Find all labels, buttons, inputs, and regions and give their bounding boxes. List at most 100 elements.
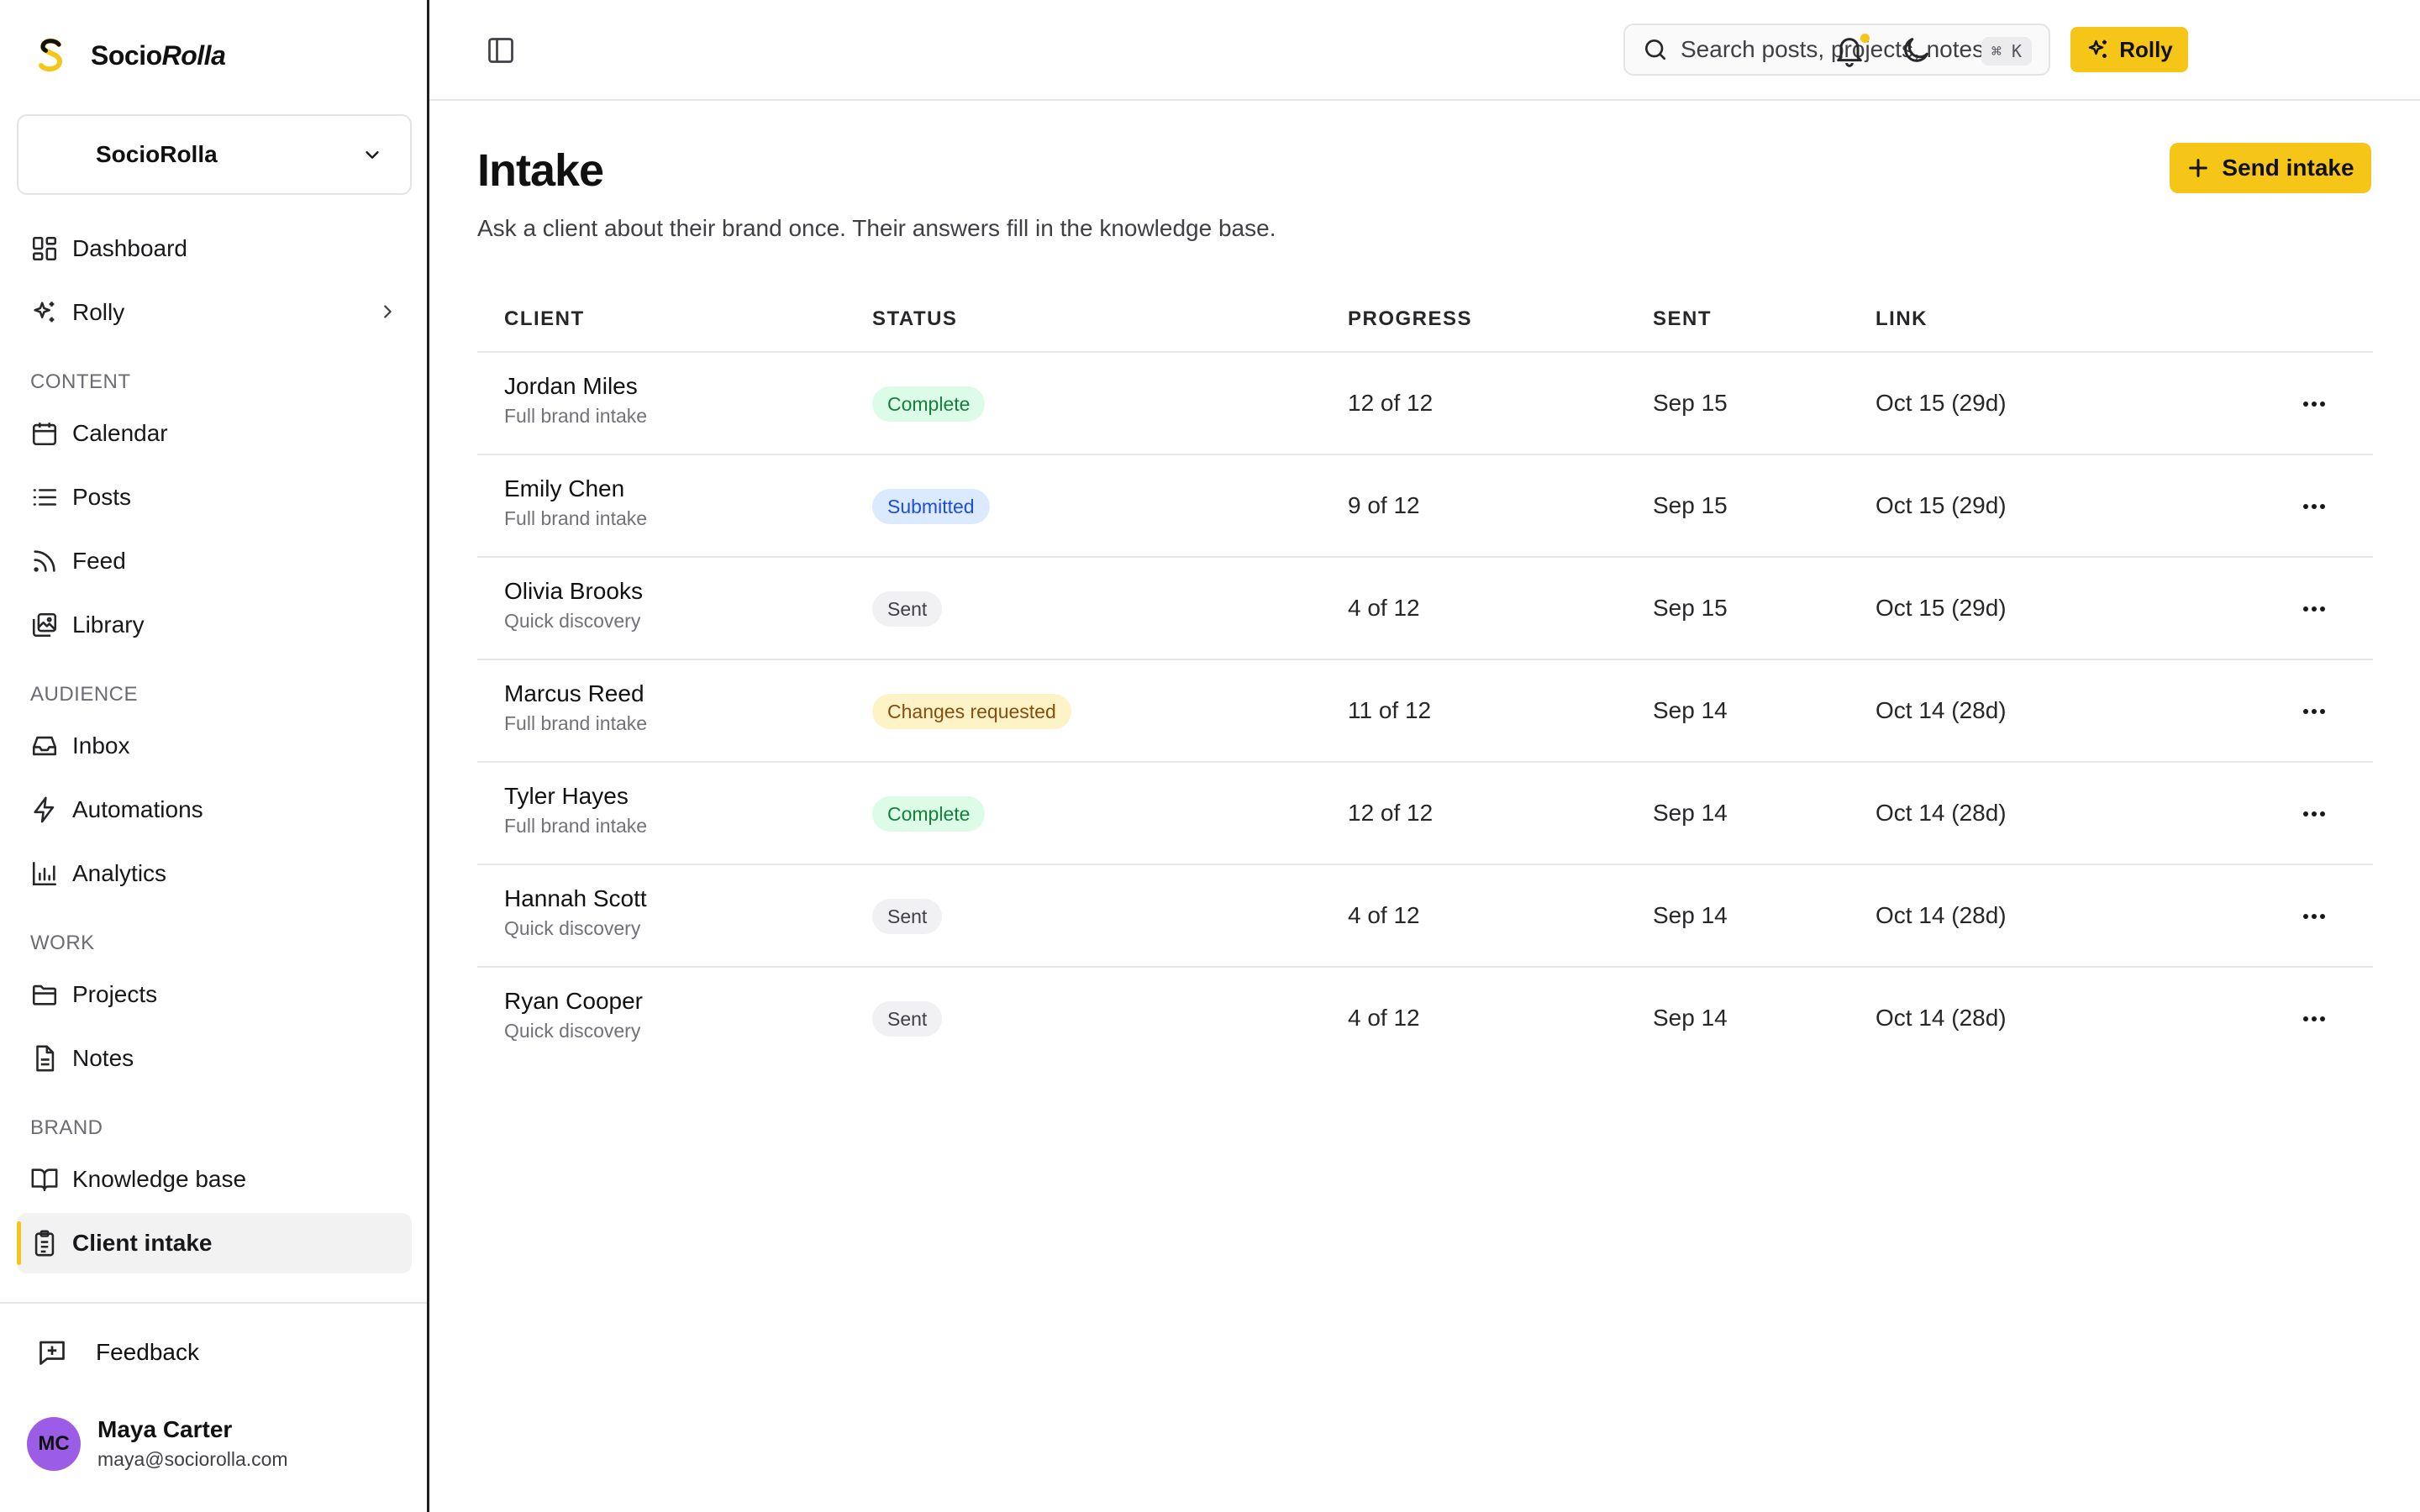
- brand-name: SocioRolla: [91, 39, 226, 71]
- page-subtitle: Ask a client about their brand once. The…: [477, 215, 1276, 241]
- table-header: CLIENT STATUS PROGRESS SENT LINK: [477, 286, 2373, 353]
- dashboard-icon: [32, 236, 57, 261]
- feedback-label: Feedback: [96, 1339, 199, 1365]
- client-intake-type: Quick discovery: [504, 917, 641, 939]
- link-expiry: Oct 15 (29d): [1876, 492, 2007, 518]
- sidebar-item-rolly[interactable]: Rolly: [17, 282, 412, 343]
- status-badge: Sent: [872, 899, 943, 934]
- brand[interactable]: SocioRolla: [34, 35, 226, 76]
- more-horizontal-icon[interactable]: [2297, 391, 2331, 417]
- table-row[interactable]: Emily Chen Full brand intake Submitted 9…: [477, 455, 2373, 558]
- table-row[interactable]: Ryan Cooper Quick discovery Sent 4 of 12…: [477, 968, 2373, 1070]
- sidebar-item-label: Posts: [72, 484, 132, 510]
- sparkles-icon: [2088, 39, 2107, 58]
- sent-date: Sep 14: [1653, 697, 1728, 723]
- user-email: maya@sociorolla.com: [97, 1448, 288, 1470]
- table-row[interactable]: Jordan Miles Full brand intake Complete …: [477, 353, 2373, 455]
- feedback-button[interactable]: Feedback: [37, 1337, 199, 1368]
- progress-value: 12 of 12: [1348, 390, 1434, 416]
- more-horizontal-icon[interactable]: [2297, 801, 2331, 827]
- sidebar-item-notes[interactable]: Notes: [17, 1028, 412, 1089]
- chevron-down-icon: [366, 151, 379, 159]
- sidebar-item-label: Client intake: [72, 1230, 213, 1256]
- more-horizontal-icon[interactable]: [2297, 699, 2331, 724]
- client-name: Emily Chen: [504, 475, 625, 501]
- table-row[interactable]: Tyler Hayes Full brand intake Complete 1…: [477, 763, 2373, 865]
- send-intake-button[interactable]: Send intake: [2170, 143, 2371, 193]
- sidebar-item-client-intake[interactable]: Client intake: [17, 1213, 412, 1273]
- chevron-right-icon: [384, 305, 392, 318]
- table-row[interactable]: Olivia Brooks Quick discovery Sent 4 of …: [477, 558, 2373, 660]
- status-badge: Submitted: [872, 489, 990, 524]
- moon-icon[interactable]: [1899, 34, 1933, 67]
- sent-date: Sep 15: [1653, 595, 1728, 621]
- column-header-client[interactable]: CLIENT: [504, 307, 585, 331]
- status-badge: Complete: [872, 386, 986, 422]
- sent-date: Sep 15: [1653, 390, 1728, 416]
- table-row[interactable]: Marcus Reed Full brand intake Changes re…: [477, 660, 2373, 763]
- sidebar-item-label: Inbox: [72, 732, 130, 759]
- progress-value: 4 of 12: [1348, 1005, 1420, 1031]
- status-badge: Sent: [872, 1001, 943, 1037]
- user-name: Maya Carter: [97, 1416, 233, 1442]
- sent-date: Sep 14: [1653, 1005, 1728, 1031]
- more-horizontal-icon[interactable]: [2297, 904, 2331, 929]
- column-header-link[interactable]: LINK: [1876, 307, 1928, 331]
- column-header-sent[interactable]: SENT: [1653, 307, 1712, 331]
- sent-date: Sep 14: [1653, 800, 1728, 826]
- sidebar-item-projects[interactable]: Projects: [17, 964, 412, 1025]
- more-horizontal-icon[interactable]: [2297, 596, 2331, 622]
- sidebar-toggle-icon[interactable]: [486, 35, 516, 66]
- more-horizontal-icon[interactable]: [2297, 1006, 2331, 1032]
- notification-dot: [1860, 34, 1870, 43]
- column-header-progress[interactable]: PROGRESS: [1348, 307, 1472, 331]
- brand-logo-icon: [39, 38, 63, 72]
- sidebar-item-automations[interactable]: Automations: [17, 780, 412, 840]
- send-intake-label: Send intake: [2222, 155, 2354, 181]
- sidebar-item-label: Rolly: [72, 299, 125, 325]
- calendar-icon: [32, 423, 57, 446]
- client-name: Marcus Reed: [504, 680, 644, 706]
- sidebar-item-knowledge-base[interactable]: Knowledge base: [17, 1149, 412, 1210]
- topbar: Search posts, projects, notes... ⌘ K Rol…: [429, 0, 2420, 101]
- table-row[interactable]: Hannah Scott Quick discovery Sent 4 of 1…: [477, 865, 2373, 968]
- rolly-button[interactable]: Rolly: [2070, 27, 2188, 72]
- message-plus-icon: [39, 1341, 65, 1365]
- link-expiry: Oct 14 (28d): [1876, 697, 2007, 723]
- sidebar-item-posts[interactable]: Posts: [17, 467, 412, 528]
- user-profile[interactable]: MC Maya Carter maya@sociorolla.com: [27, 1416, 288, 1471]
- avatar: MC: [27, 1416, 81, 1471]
- rolly-button-label: Rolly: [2119, 36, 2173, 62]
- sidebar: SocioRolla SocioRolla Dashboard Rolly CO…: [0, 0, 429, 1512]
- sidebar-item-library[interactable]: Library: [17, 595, 412, 655]
- status-badge: Complete: [872, 796, 986, 832]
- sidebar-item-inbox[interactable]: Inbox: [17, 716, 412, 776]
- sparkles-icon: [34, 302, 55, 323]
- search-shortcut: ⌘ K: [1981, 37, 2032, 66]
- sidebar-item-label: Notes: [72, 1045, 134, 1071]
- link-expiry: Oct 14 (28d): [1876, 1005, 2007, 1031]
- bar-chart-icon: [32, 861, 57, 886]
- sidebar-item-calendar[interactable]: Calendar: [17, 403, 412, 464]
- rss-icon: [34, 550, 55, 572]
- workspace-switcher[interactable]: SocioRolla: [17, 114, 412, 195]
- book-open-icon: [31, 1168, 58, 1192]
- app-window: SocioRolla SocioRolla Dashboard Rolly CO…: [0, 0, 2420, 1512]
- section-label-content: CONTENT: [30, 370, 131, 393]
- intake-table: CLIENT STATUS PROGRESS SENT LINK Jordan …: [477, 286, 2373, 1070]
- progress-value: 9 of 12: [1348, 492, 1420, 518]
- client-intake-type: Full brand intake: [504, 405, 648, 427]
- progress-value: 11 of 12: [1348, 697, 1432, 723]
- sidebar-item-dashboard[interactable]: Dashboard: [17, 218, 412, 279]
- column-header-status[interactable]: STATUS: [872, 307, 957, 331]
- page-title: Intake: [477, 145, 604, 196]
- workspace-name: SocioRolla: [96, 141, 218, 167]
- sidebar-item-feed[interactable]: Feed: [17, 531, 412, 591]
- link-expiry: Oct 14 (28d): [1876, 902, 2007, 928]
- more-horizontal-icon[interactable]: [2297, 494, 2331, 519]
- search-icon: [1645, 39, 1665, 60]
- client-name: Ryan Cooper: [504, 988, 643, 1014]
- client-name: Jordan Miles: [504, 373, 638, 399]
- sidebar-item-analytics[interactable]: Analytics: [17, 843, 412, 904]
- client-name: Hannah Scott: [504, 885, 647, 911]
